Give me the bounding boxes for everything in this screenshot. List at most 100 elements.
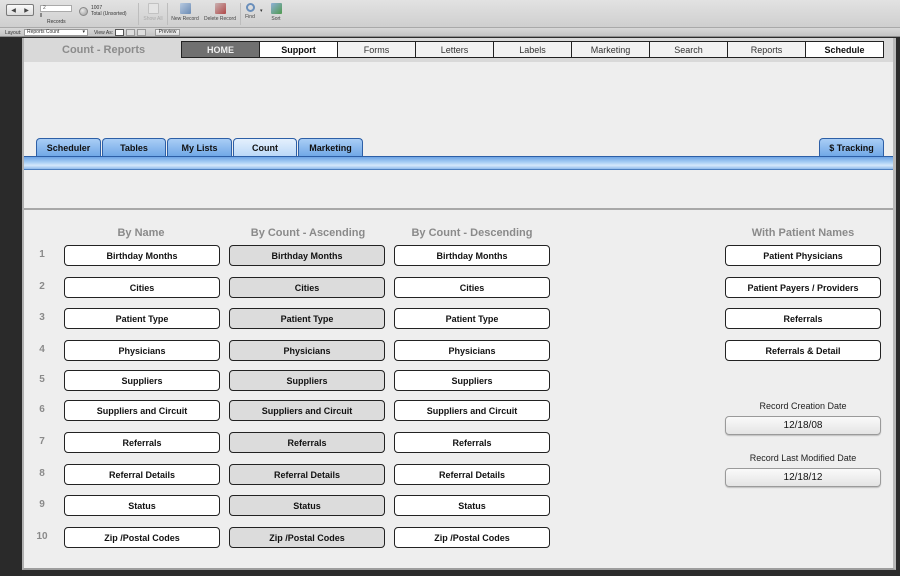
nav-reports[interactable]: Reports	[727, 41, 806, 58]
tab-my-lists[interactable]: My Lists	[167, 138, 232, 157]
report-button-ascending[interactable]: Cities	[229, 277, 385, 298]
record-number-field[interactable]: 2	[40, 5, 72, 12]
report-button-ascending[interactable]: Patient Type	[229, 308, 385, 329]
report-button-ascending[interactable]: Physicians	[229, 340, 385, 361]
row-number: 7	[39, 436, 45, 447]
delete-record-button[interactable]: Delete Record	[203, 3, 237, 22]
patient-payers-button[interactable]: Patient Payers / Providers	[725, 277, 881, 298]
nav-search[interactable]: Search	[649, 41, 728, 58]
prev-record-icon[interactable]: ◀	[11, 7, 16, 14]
report-button-ascending[interactable]: Zip /Postal Codes	[229, 527, 385, 548]
patient-referrals-detail-button[interactable]: Referrals & Detail	[725, 340, 881, 361]
row-number: 5	[39, 374, 45, 385]
report-button-descending[interactable]: Cities	[394, 277, 550, 298]
preview-button[interactable]: Preview	[155, 29, 180, 36]
delete-record-icon	[214, 3, 226, 14]
dropdown-arrow-icon: ▾	[82, 29, 85, 35]
report-button-by-name[interactable]: Physicians	[64, 340, 220, 361]
report-button-descending[interactable]: Birthday Months	[394, 245, 550, 266]
view-as-label: View As:	[94, 30, 114, 36]
main-nav: HOME Support Forms Letters Labels Market…	[181, 41, 884, 58]
report-button-ascending[interactable]: Birthday Months	[229, 245, 385, 266]
new-record-button[interactable]: New Record	[170, 3, 200, 22]
report-button-ascending[interactable]: Referral Details	[229, 464, 385, 485]
show-all-icon	[147, 3, 159, 14]
report-button-ascending[interactable]: Referrals	[229, 432, 385, 453]
status-toolbar: ◀ ▶ 2 Records 1007 Total (Unsorted) Show…	[0, 0, 900, 28]
column-header-patient-names: With Patient Names	[751, 227, 855, 239]
report-button-by-name[interactable]: Birthday Months	[64, 245, 220, 266]
report-button-descending[interactable]: Suppliers and Circuit	[394, 400, 550, 421]
modified-date-label: Record Last Modified Date	[749, 453, 857, 463]
report-button-descending[interactable]: Referral Details	[394, 464, 550, 485]
new-record-icon	[179, 3, 191, 14]
left-margin	[0, 38, 22, 576]
layout-bar	[0, 28, 900, 37]
report-button-by-name[interactable]: Patient Type	[64, 308, 220, 329]
section-divider	[24, 208, 893, 210]
nav-labels[interactable]: Labels	[493, 41, 572, 58]
report-button-descending[interactable]: Suppliers	[394, 370, 550, 391]
sort-button[interactable]: Sort	[267, 3, 285, 22]
layout-select[interactable]: Reports Count ▾	[24, 29, 88, 36]
row-number: 3	[39, 312, 45, 323]
nav-home[interactable]: HOME	[181, 41, 260, 58]
report-button-descending[interactable]: Zip /Postal Codes	[394, 527, 550, 548]
header-band: Count - Reports HOME Support Forms Lette…	[24, 38, 893, 62]
page-title: Count - Reports	[62, 44, 146, 56]
row-number: 1	[39, 249, 45, 260]
tab-band	[24, 156, 893, 170]
report-button-ascending[interactable]: Suppliers	[229, 370, 385, 391]
nav-schedule[interactable]: Schedule	[805, 41, 884, 58]
report-button-by-name[interactable]: Suppliers	[64, 370, 220, 391]
report-button-by-name[interactable]: Referral Details	[64, 464, 220, 485]
report-button-descending[interactable]: Status	[394, 495, 550, 516]
view-as-list-button[interactable]	[126, 29, 135, 36]
creation-date-label: Record Creation Date	[759, 401, 847, 411]
find-menu-icon[interactable]: ▾	[260, 8, 263, 14]
row-number: 4	[39, 344, 45, 355]
nav-support[interactable]: Support	[259, 41, 338, 58]
report-button-ascending[interactable]: Status	[229, 495, 385, 516]
column-header-descending: By Count - Descending	[411, 227, 533, 239]
report-button-by-name[interactable]: Suppliers and Circuit	[64, 400, 220, 421]
found-set-pie-icon	[79, 7, 88, 16]
report-button-by-name[interactable]: Cities	[64, 277, 220, 298]
record-navigator[interactable]: ◀ ▶	[6, 4, 34, 16]
modified-date-field[interactable]: 12/18/12	[725, 468, 881, 487]
patient-physicians-button[interactable]: Patient Physicians	[725, 245, 881, 266]
records-label: Records	[47, 19, 66, 25]
report-button-by-name[interactable]: Status	[64, 495, 220, 516]
report-button-descending[interactable]: Patient Type	[394, 308, 550, 329]
record-slider[interactable]	[40, 13, 42, 17]
next-record-icon[interactable]: ▶	[24, 7, 29, 14]
view-as-form-button[interactable]	[115, 29, 124, 36]
view-as-table-button[interactable]	[137, 29, 146, 36]
patient-referrals-button[interactable]: Referrals	[725, 308, 881, 329]
report-button-descending[interactable]: Physicians	[394, 340, 550, 361]
tab-tables[interactable]: Tables	[102, 138, 166, 157]
tab-marketing[interactable]: Marketing	[298, 138, 363, 157]
nav-marketing[interactable]: Marketing	[571, 41, 650, 58]
magnifier-icon	[245, 3, 255, 12]
tab-scheduler[interactable]: Scheduler	[36, 138, 101, 157]
row-number: 2	[39, 281, 45, 292]
show-all-button[interactable]: Show All	[142, 3, 164, 22]
report-button-descending[interactable]: Referrals	[394, 432, 550, 453]
report-button-ascending[interactable]: Suppliers and Circuit	[229, 400, 385, 421]
layout-label: Layout:	[5, 30, 22, 36]
report-button-by-name[interactable]: Zip /Postal Codes	[64, 527, 220, 548]
row-number: 9	[39, 499, 45, 510]
row-number: 8	[39, 468, 45, 479]
nav-letters[interactable]: Letters	[415, 41, 494, 58]
report-button-by-name[interactable]: Referrals	[64, 432, 220, 453]
creation-date-field[interactable]: 12/18/08	[725, 416, 881, 435]
sort-icon	[270, 3, 282, 14]
row-number: 10	[36, 531, 48, 542]
column-header-ascending: By Count - Ascending	[250, 227, 366, 239]
nav-forms[interactable]: Forms	[337, 41, 416, 58]
column-header-by-name: By Name	[117, 227, 165, 239]
find-button[interactable]: Find	[242, 3, 258, 20]
tab-count[interactable]: Count	[233, 138, 297, 157]
tab-tracking[interactable]: $ Tracking	[819, 138, 884, 157]
